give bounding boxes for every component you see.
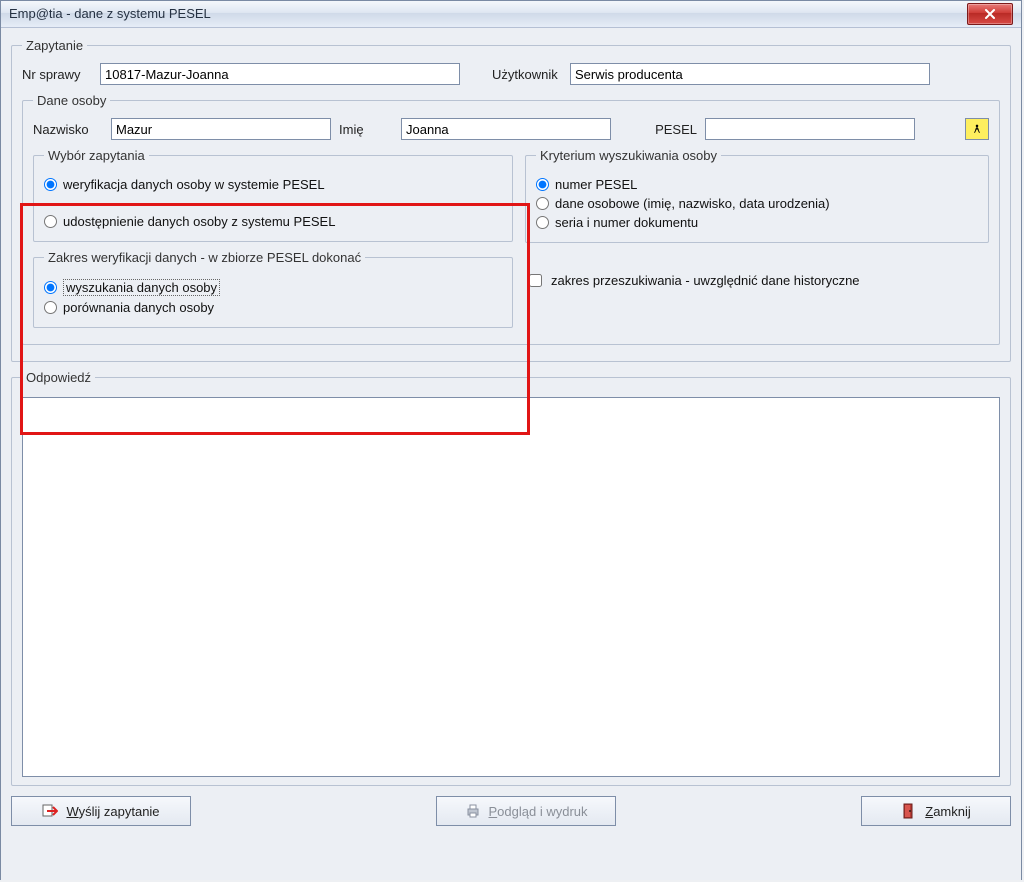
radio-seria-numer[interactable]	[536, 216, 549, 229]
preview-underline: P	[489, 804, 498, 819]
input-nazwisko[interactable]	[111, 118, 331, 140]
radio-row-wyszukania: wyszukania danych osoby	[44, 279, 502, 296]
radio-dane-osobowe-label: dane osobowe (imię, nazwisko, data urodz…	[555, 196, 830, 211]
send-underline: W	[66, 804, 78, 819]
radio-weryfikacja[interactable]	[44, 178, 57, 191]
row-header: Nr sprawy Użytkownik	[22, 63, 1000, 85]
input-uzytkownik[interactable]	[570, 63, 930, 85]
client-area: Zapytanie Nr sprawy Użytkownik Dane osob…	[1, 28, 1021, 880]
legend-zakres-weryfikacji: Zakres weryfikacji danych - w zbiorze PE…	[44, 250, 365, 265]
checkbox-historyczne-label: zakres przeszukiwania - uwzględnić dane …	[551, 273, 860, 288]
column-left: Wybór zapytania weryfikacja danych osoby…	[33, 148, 513, 336]
checkbox-row-historyczne: zakres przeszukiwania - uwzględnić dane …	[525, 271, 989, 290]
legend-dane-osoby: Dane osoby	[33, 93, 110, 108]
legend-kryterium: Kryterium wyszukiwania osoby	[536, 148, 721, 163]
send-query-button[interactable]: Wyślij zapytanie	[11, 796, 191, 826]
send-rest: yślij zapytanie	[79, 804, 160, 819]
legend-odpowiedz: Odpowiedź	[22, 370, 95, 385]
close-rest: amknij	[933, 804, 971, 819]
checkbox-historyczne[interactable]	[529, 274, 542, 287]
close-icon	[984, 9, 996, 19]
radio-udostepnienie[interactable]	[44, 215, 57, 228]
radio-row-numer-pesel: numer PESEL	[536, 177, 978, 192]
fieldset-zakres-weryfikacji: Zakres weryfikacji danych - w zbiorze PE…	[33, 250, 513, 328]
fieldset-wybor-zapytania: Wybór zapytania weryfikacja danych osoby…	[33, 148, 513, 242]
label-nazwisko: Nazwisko	[33, 122, 103, 137]
radio-dane-osobowe[interactable]	[536, 197, 549, 210]
label-pesel: PESEL	[619, 122, 697, 137]
legend-zapytanie: Zapytanie	[22, 38, 87, 53]
app-window: Emp@tia - dane z systemu PESEL Zapytanie…	[0, 0, 1022, 880]
person-run-icon	[972, 121, 982, 137]
radio-numer-pesel[interactable]	[536, 178, 549, 191]
radio-porownania[interactable]	[44, 301, 57, 314]
window-title: Emp@tia - dane z systemu PESEL	[9, 1, 211, 27]
column-right: Kryterium wyszukiwania osoby numer PESEL…	[525, 148, 989, 336]
radio-udostepnienie-label: udostępnienie danych osoby z systemu PES…	[63, 214, 335, 229]
door-close-icon	[901, 803, 917, 819]
input-nr-sprawy[interactable]	[100, 63, 460, 85]
preview-print-button[interactable]: Podgląd i wydruk	[436, 796, 616, 826]
radio-row-seria-numer: seria i numer dokumentu	[536, 215, 978, 230]
fieldset-dane-osoby: Dane osoby Nazwisko Imię PESEL	[22, 93, 1000, 345]
radio-wyszukania[interactable]	[44, 281, 57, 294]
label-nr-sprawy: Nr sprawy	[22, 67, 92, 82]
fieldset-zapytanie: Zapytanie Nr sprawy Użytkownik Dane osob…	[11, 38, 1011, 362]
window-close-button[interactable]	[967, 3, 1013, 25]
lookup-person-button[interactable]	[965, 118, 989, 140]
radio-wyszukania-label: wyszukania danych osoby	[63, 279, 220, 296]
label-uzytkownik: Użytkownik	[492, 67, 562, 82]
radio-porownania-label: porównania danych osoby	[63, 300, 214, 315]
input-imie[interactable]	[401, 118, 611, 140]
selection-columns: Wybór zapytania weryfikacja danych osoby…	[33, 148, 989, 336]
radio-row-dane-osobowe: dane osobowe (imię, nazwisko, data urodz…	[536, 196, 978, 211]
row-person: Nazwisko Imię PESEL	[33, 118, 989, 140]
close-underline: Z	[925, 804, 933, 819]
close-button[interactable]: Zamknij	[861, 796, 1011, 826]
button-bar: Wyślij zapytanie Podgląd i wydruk	[11, 796, 1011, 826]
radio-row-porownania: porównania danych osoby	[44, 300, 502, 315]
response-textarea[interactable]	[22, 397, 1000, 777]
radio-row-udostepnienie: udostępnienie danych osoby z systemu PES…	[44, 214, 502, 229]
fieldset-kryterium: Kryterium wyszukiwania osoby numer PESEL…	[525, 148, 989, 243]
send-icon	[42, 803, 58, 819]
input-pesel[interactable]	[705, 118, 915, 140]
printer-icon	[465, 803, 481, 819]
label-imie: Imię	[339, 122, 393, 137]
radio-row-weryfikacja: weryfikacja danych osoby w systemie PESE…	[44, 177, 502, 192]
radio-numer-pesel-label: numer PESEL	[555, 177, 637, 192]
legend-wybor-zapytania: Wybór zapytania	[44, 148, 149, 163]
radio-weryfikacja-label: weryfikacja danych osoby w systemie PESE…	[63, 177, 325, 192]
radio-seria-numer-label: seria i numer dokumentu	[555, 215, 698, 230]
titlebar: Emp@tia - dane z systemu PESEL	[1, 1, 1021, 28]
preview-rest: odgląd i wydruk	[497, 804, 587, 819]
fieldset-odpowiedz: Odpowiedź	[11, 370, 1011, 786]
